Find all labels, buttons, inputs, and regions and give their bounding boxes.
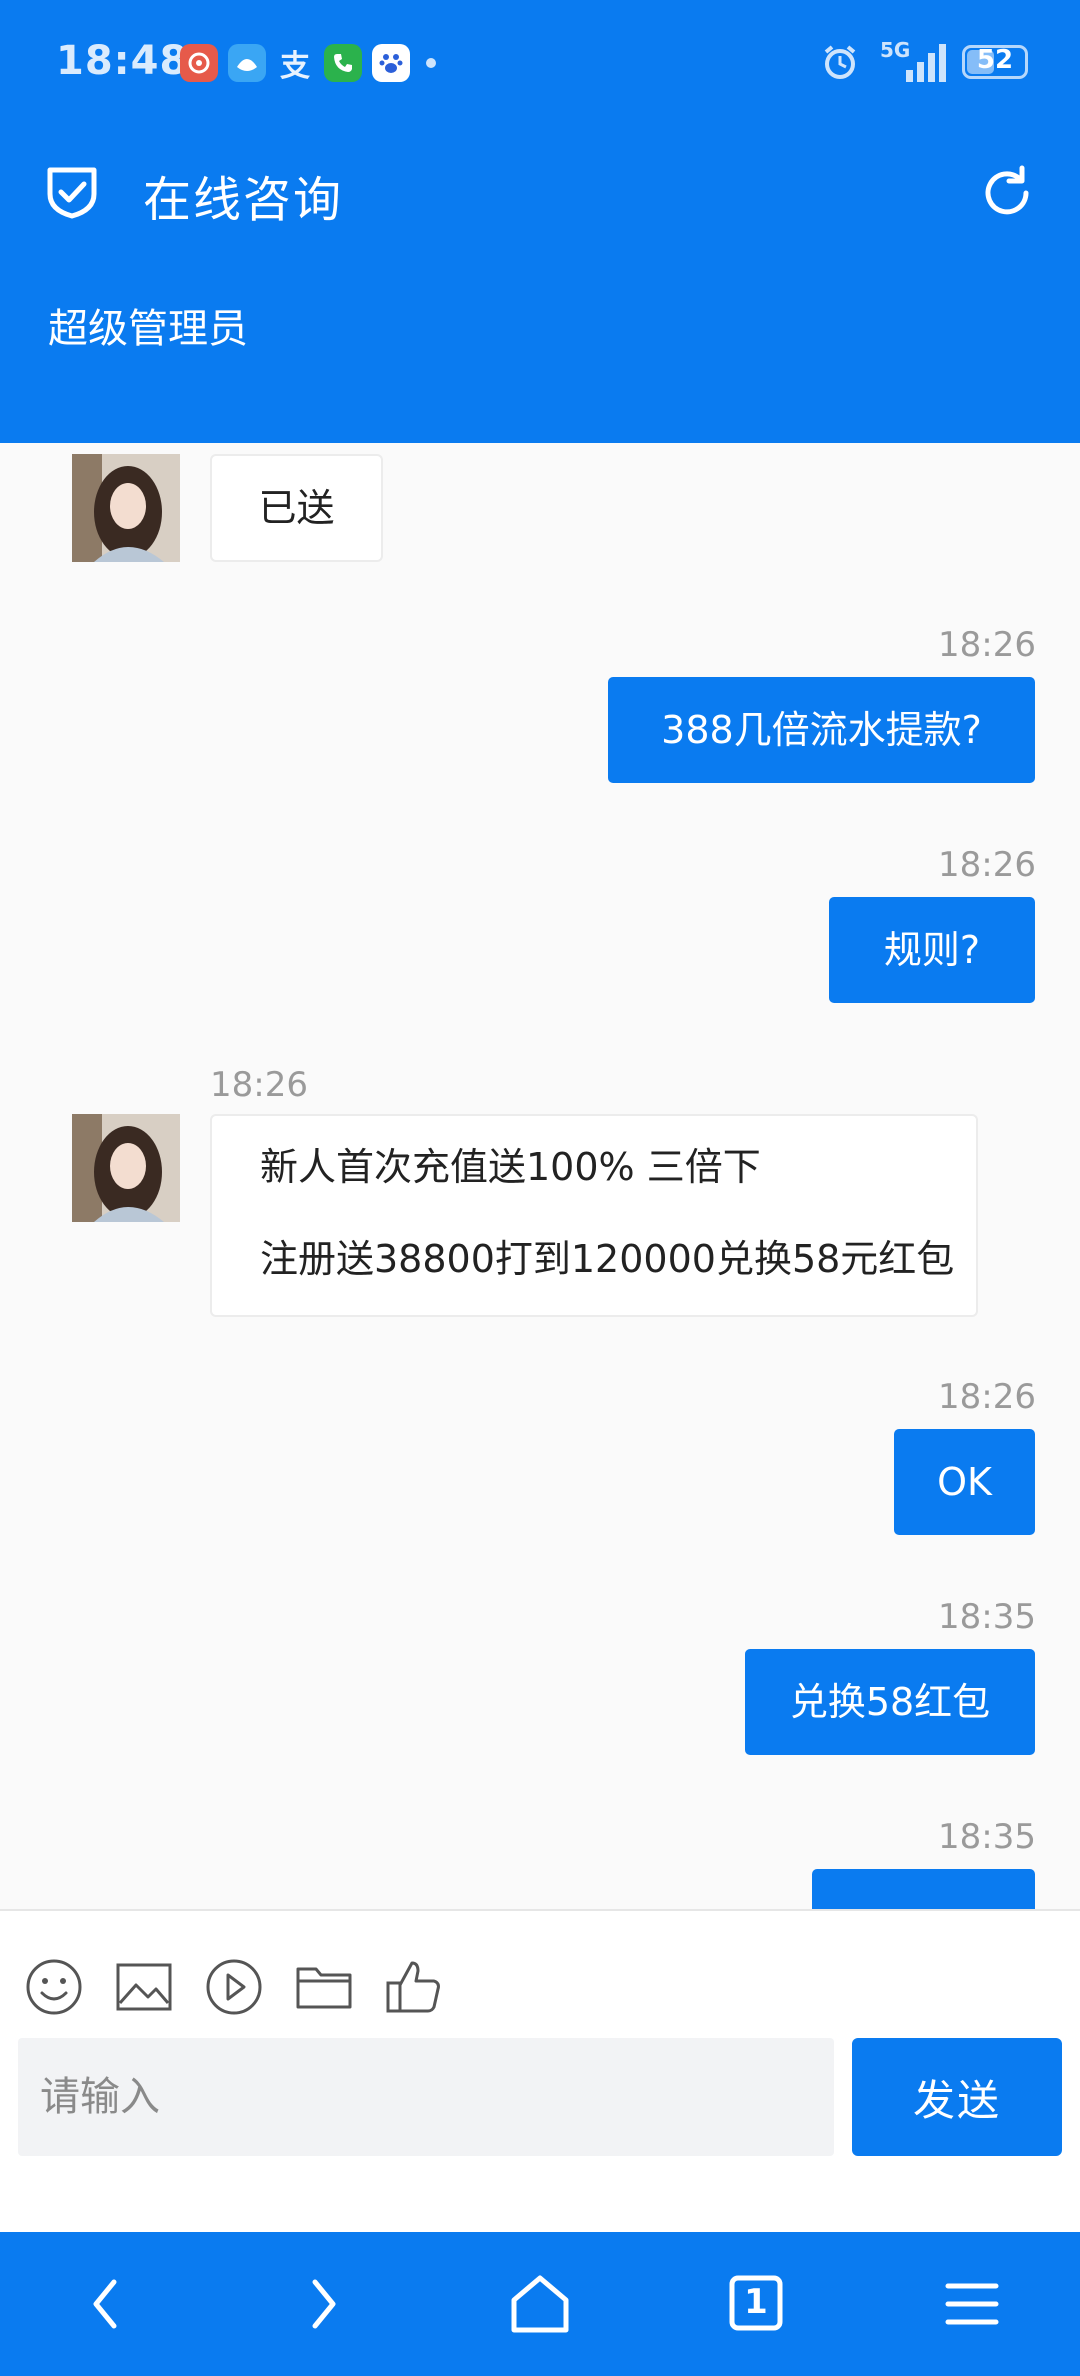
agent-avatar <box>72 1114 180 1222</box>
message-text: OK <box>937 1460 992 1504</box>
agent-avatar <box>72 454 180 562</box>
header: 18:48 支 5G 52 在线咨询 超级管理员 <box>0 0 1080 443</box>
message-time: 18:35 <box>938 1597 1036 1637</box>
page-title: 在线咨询 <box>143 172 344 228</box>
battery-level: 52 <box>976 45 1014 75</box>
message-bubble-outgoing: 兑换58红包 <box>745 1649 1035 1755</box>
menu-icon[interactable] <box>930 2262 1014 2346</box>
notification-icons: 支 <box>180 44 436 84</box>
chat-page: 18:48 支 5G 52 在线咨询 超级管理员 已送 18:26 388几倍流… <box>0 0 1080 2376</box>
home-icon[interactable] <box>498 2262 582 2346</box>
status-bar: 18:48 支 5G 52 <box>0 0 1080 130</box>
image-icon[interactable] <box>114 1957 174 2017</box>
message-text-line: 注册送38800打到120000兑换58元红包 <box>260 1237 955 1281</box>
status-right: 5G 52 <box>820 40 1028 84</box>
back-icon[interactable] <box>64 2262 148 2346</box>
message-bubble-outgoing: OK <box>894 1429 1035 1535</box>
message-time: 18:35 <box>938 1817 1036 1857</box>
alarm-icon <box>824 45 856 79</box>
message-text-line: 新人首次充值送100% 三倍下 <box>260 1145 761 1189</box>
app-blue-icon <box>228 44 266 82</box>
video-icon[interactable] <box>204 1957 264 2017</box>
folder-icon[interactable] <box>294 1957 354 2017</box>
forward-icon[interactable] <box>281 2262 365 2346</box>
message-text: 388几倍流水提款? <box>661 708 982 752</box>
message-text: 规则? <box>883 928 981 972</box>
message-input[interactable] <box>18 2038 834 2156</box>
more-notifications-dot <box>426 58 436 68</box>
alipay-icon: 支 <box>280 49 310 84</box>
message-bubble-incoming: 新人首次充值送100% 三倍下 注册送38800打到120000兑换58元红包 <box>210 1114 978 1317</box>
baidu-icon <box>372 44 410 82</box>
message-bubble-outgoing <box>812 1869 1035 1909</box>
tabs-icon[interactable]: 1 <box>714 2262 798 2346</box>
message-time: 18:26 <box>938 1377 1036 1417</box>
message-text: 兑换58红包 <box>789 1680 991 1724</box>
emoji-icon[interactable] <box>24 1957 84 2017</box>
refresh-icon[interactable] <box>978 164 1036 222</box>
app-red-icon <box>180 44 218 82</box>
signal-icon: 5G <box>876 40 946 84</box>
tab-count: 1 <box>744 2282 768 2322</box>
phone-icon <box>324 44 362 82</box>
message-list[interactable]: 已送 18:26 388几倍流水提款? 18:26 规则? 18:26 新人首次… <box>0 443 1080 1909</box>
agent-name: 超级管理员 <box>48 306 248 352</box>
browser-nav-bar: 1 <box>0 2232 1080 2376</box>
message-bubble-incoming: 已送 <box>210 454 383 562</box>
composer: 发送 <box>0 1909 1080 2232</box>
send-button[interactable]: 发送 <box>852 2038 1062 2156</box>
message-text: 已送 <box>258 486 335 530</box>
message-time: 18:26 <box>210 1065 308 1105</box>
shield-check-icon <box>47 167 97 219</box>
message-bubble-outgoing: 388几倍流水提款? <box>608 677 1035 783</box>
message-time: 18:26 <box>938 625 1036 665</box>
message-time: 18:26 <box>938 845 1036 885</box>
message-bubble-outgoing: 规则? <box>829 897 1035 1003</box>
battery-icon: 52 <box>962 45 1028 79</box>
thumbs-up-icon[interactable] <box>384 1957 444 2017</box>
status-time: 18:48 <box>56 38 189 84</box>
